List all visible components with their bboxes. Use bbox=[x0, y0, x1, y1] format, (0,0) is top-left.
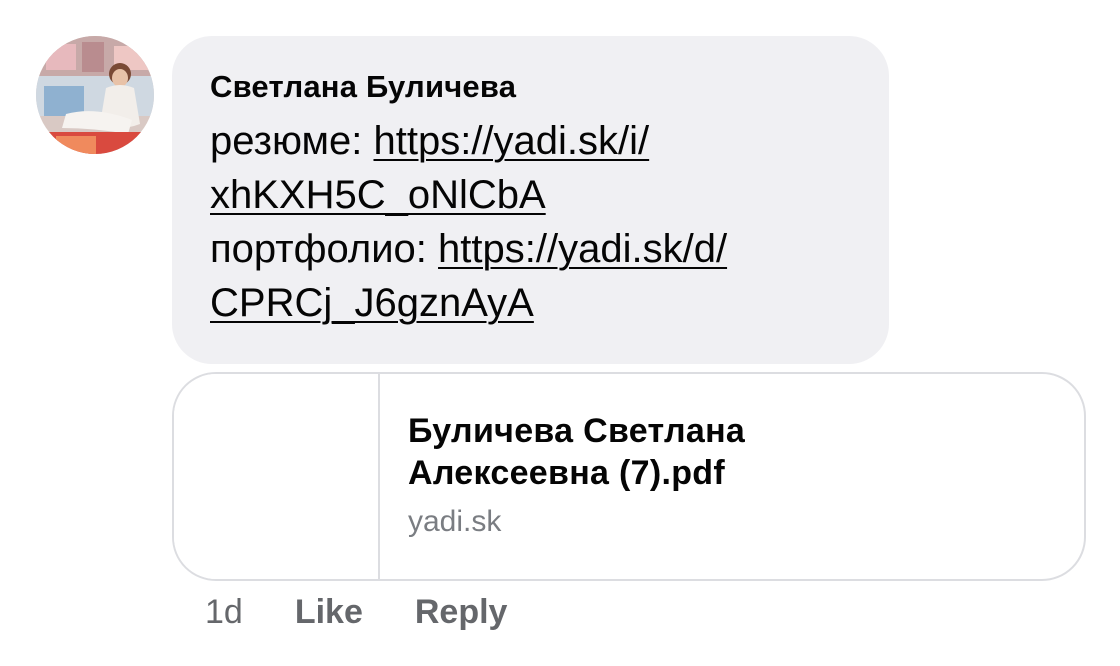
like-button[interactable]: Like bbox=[295, 593, 363, 632]
comment-thread: Светлана Буличева резюме: https://yadi.s… bbox=[0, 0, 1120, 666]
avatar-photo-icon bbox=[36, 36, 154, 154]
link-preview-domain: yadi.sk bbox=[408, 505, 502, 538]
link-preview-card[interactable]: Буличева Светлана Алексеевна (7).pdf yad… bbox=[172, 372, 1086, 581]
resume-label: резюме: bbox=[210, 119, 374, 163]
portfolio-link-continued[interactable]: CPRCj_J6gznAyA bbox=[210, 281, 534, 325]
resume-link-continued[interactable]: xhKXH5C_oNlCbA bbox=[210, 173, 546, 217]
portfolio-link[interactable]: https://yadi.sk/d/ bbox=[438, 227, 727, 271]
comment-bubble: Светлана Буличева резюме: https://yadi.s… bbox=[172, 36, 889, 364]
link-preview-title-line: Буличева Светлана bbox=[408, 412, 746, 450]
portfolio-line: портфолио: https://yadi.sk/d/ CPRCj_J6gz… bbox=[210, 222, 853, 330]
portfolio-label: портфолио: bbox=[210, 227, 439, 271]
avatar[interactable] bbox=[36, 36, 154, 154]
resume-line: резюме: https://yadi.sk/i/ xhKXH5C_oNlCb… bbox=[210, 114, 853, 222]
link-preview-thumbnail bbox=[174, 374, 380, 579]
comment-actions: 1d Like Reply bbox=[205, 590, 559, 634]
link-preview-title: Буличева Светлана Алексеевна (7).pdf bbox=[408, 410, 1054, 494]
comment-text: резюме: https://yadi.sk/i/ xhKXH5C_oNlCb… bbox=[210, 114, 853, 330]
link-preview-title-line: Алексеевна (7).pdf bbox=[408, 454, 725, 492]
resume-link[interactable]: https://yadi.sk/i/ bbox=[373, 119, 649, 163]
comment-timestamp[interactable]: 1d bbox=[205, 593, 243, 632]
reply-button[interactable]: Reply bbox=[415, 593, 508, 632]
link-preview-info: Буличева Светлана Алексеевна (7).pdf yad… bbox=[408, 410, 1054, 540]
comment-author[interactable]: Светлана Буличева bbox=[210, 68, 853, 106]
